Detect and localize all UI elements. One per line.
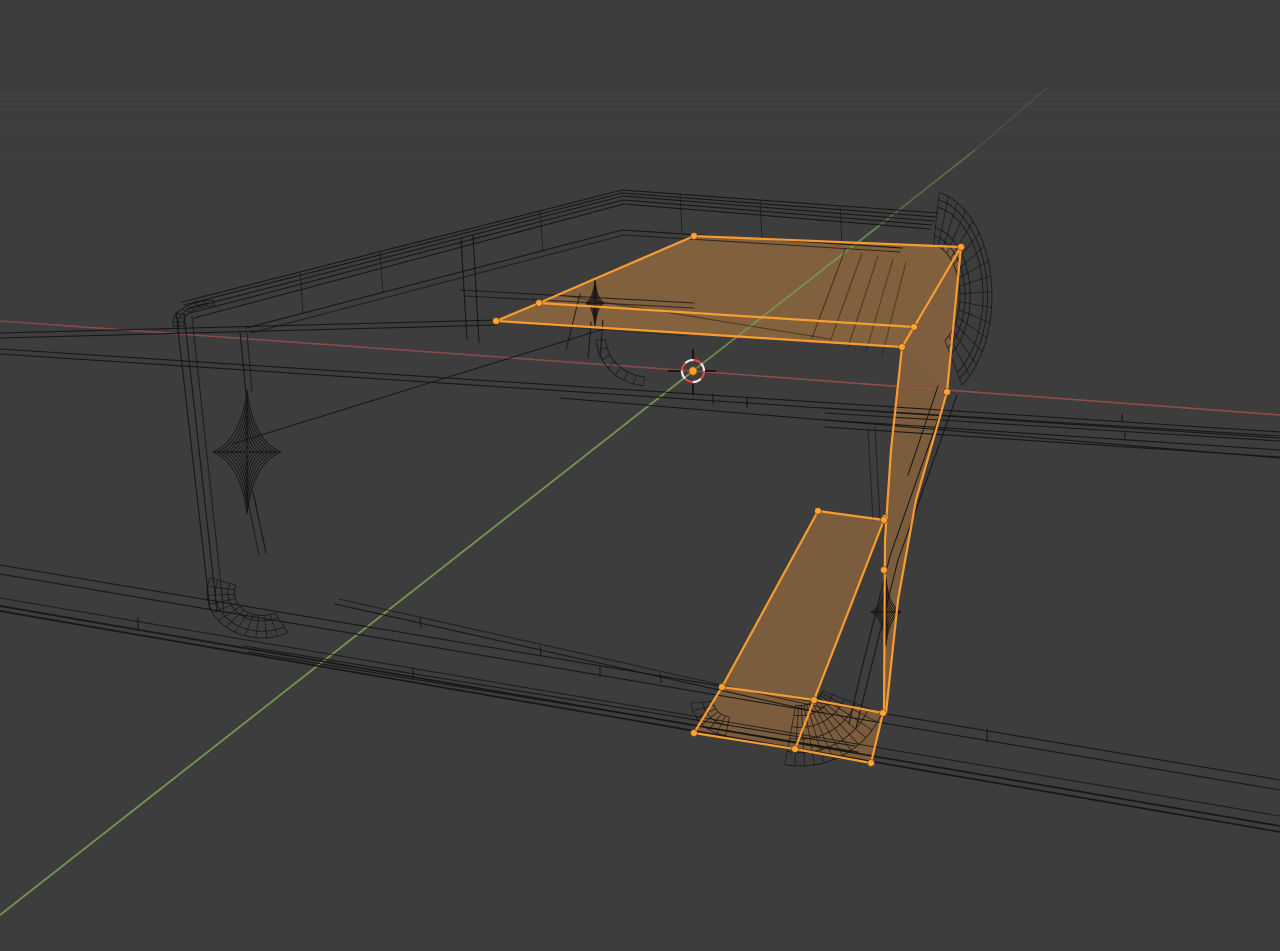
blender-viewport[interactable]: [0, 0, 1280, 951]
viewport-canvas[interactable]: [0, 0, 1280, 951]
selected-vertex[interactable]: [910, 323, 918, 331]
selected-vertex[interactable]: [880, 566, 888, 574]
selected-vertex[interactable]: [880, 516, 888, 524]
selected-vertex[interactable]: [810, 696, 818, 704]
selected-vertex[interactable]: [814, 507, 822, 515]
selected-vertex[interactable]: [867, 759, 875, 767]
selected-vertex[interactable]: [718, 683, 726, 691]
selected-vertex[interactable]: [879, 709, 887, 717]
selected-vertex[interactable]: [535, 299, 543, 307]
selected-vertex[interactable]: [690, 232, 698, 240]
selected-vertex[interactable]: [791, 745, 799, 753]
selected-vertex[interactable]: [957, 243, 965, 251]
selected-vertex[interactable]: [943, 388, 951, 396]
object-origin-dot[interactable]: [688, 366, 698, 376]
viewport-background: [0, 0, 1280, 951]
selected-vertex[interactable]: [898, 343, 906, 351]
selected-vertex[interactable]: [492, 317, 500, 325]
selected-vertex[interactable]: [690, 729, 698, 737]
